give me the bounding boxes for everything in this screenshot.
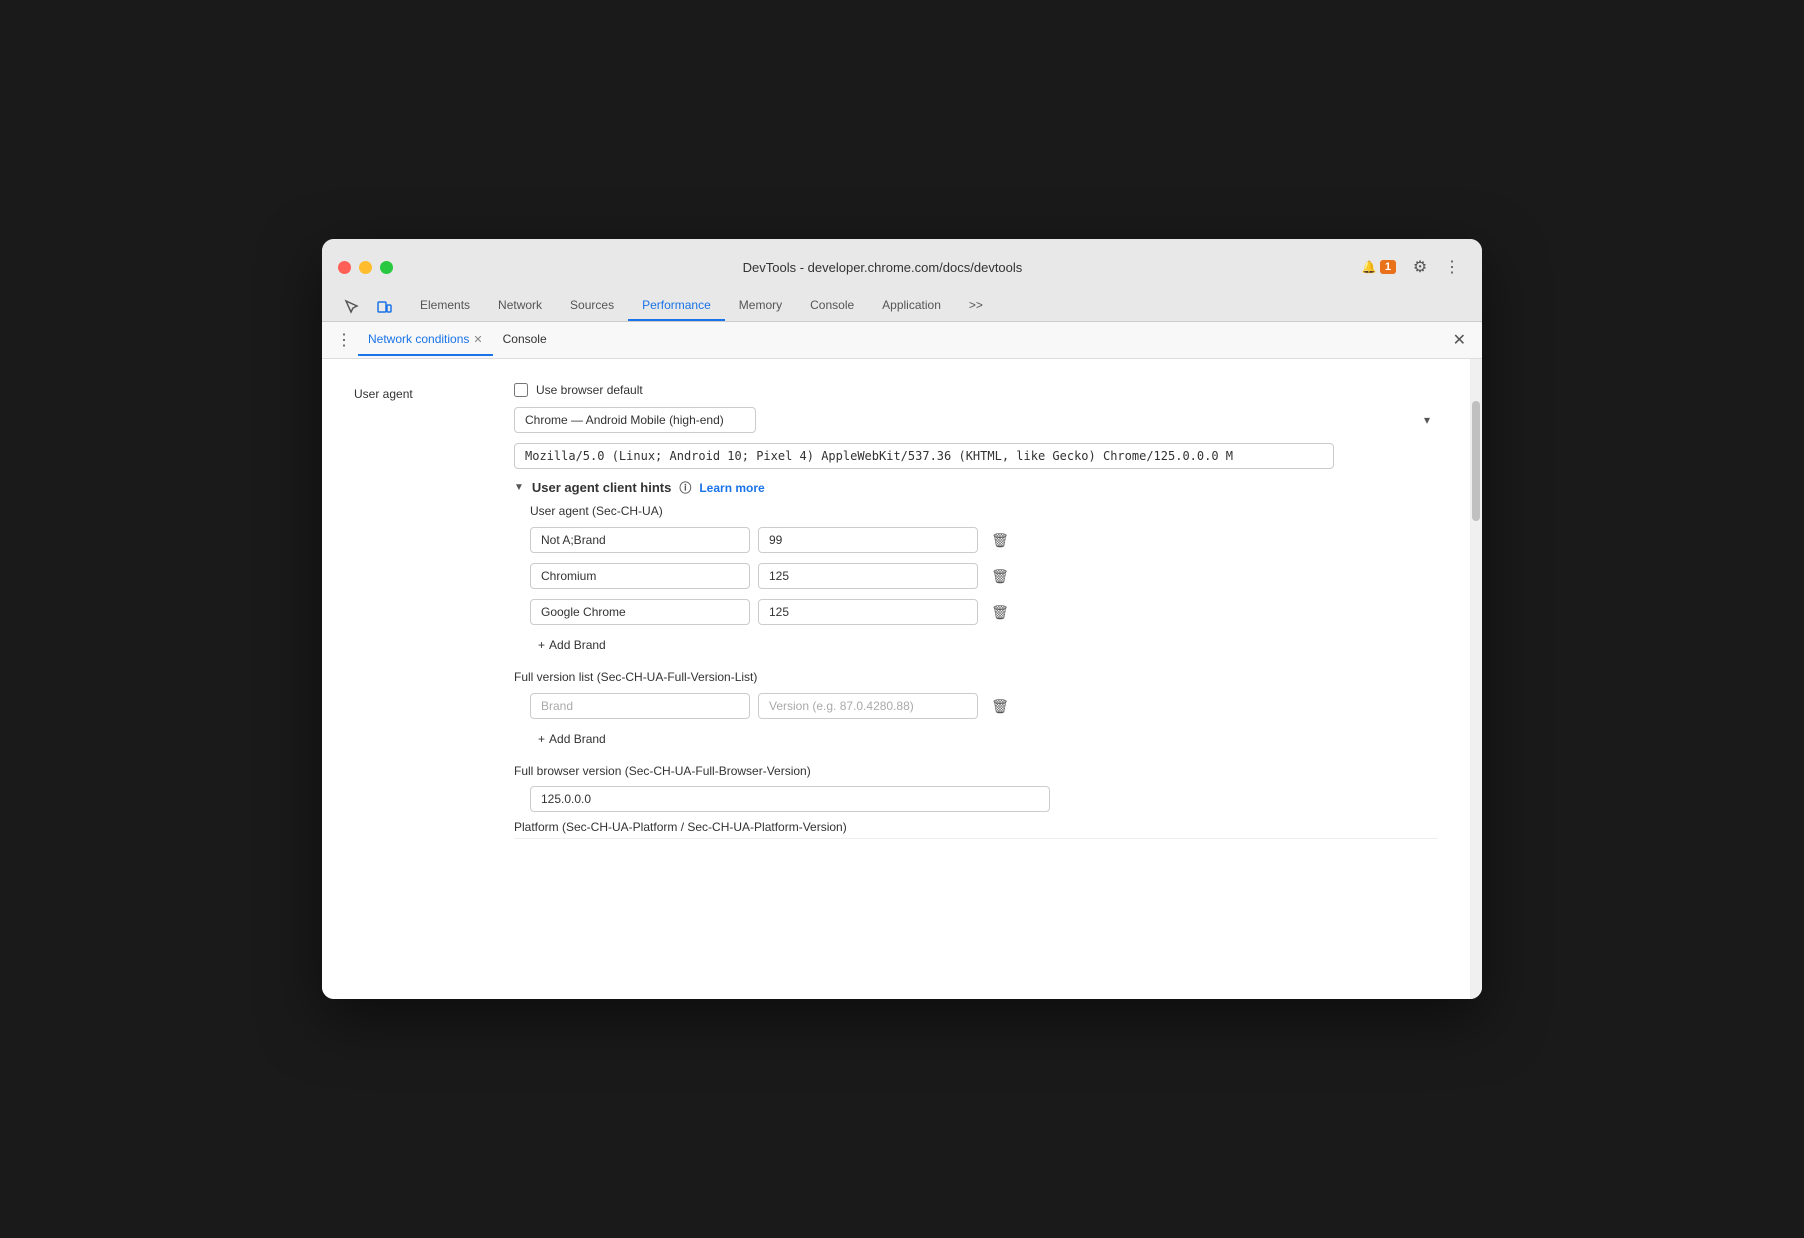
full-version-section: Full version list (Sec-CH-UA-Full-Versio…: [514, 670, 1438, 839]
user-agent-row: User agent Use browser default Chrome — …: [354, 383, 1438, 839]
use-browser-default-row: Use browser default: [514, 383, 1438, 397]
sub-tab-console[interactable]: Console: [493, 324, 557, 356]
maximize-button[interactable]: [380, 261, 393, 274]
ua-string-input[interactable]: [514, 443, 1334, 469]
brand-row-0: 🗑: [530, 526, 1438, 554]
issues-badge: 1: [1380, 260, 1396, 274]
delete-full-version-brand-button[interactable]: 🗑: [986, 692, 1014, 720]
brand-input-1[interactable]: [530, 563, 750, 589]
issues-icon: 🔔: [1362, 260, 1377, 274]
drawer-menu-button[interactable]: ⋮: [330, 322, 358, 358]
delete-brand-1-button[interactable]: 🗑: [986, 562, 1014, 590]
settings-icon: ⚙: [1413, 257, 1427, 277]
scrollbar-thumb[interactable]: [1472, 401, 1480, 521]
client-hints-title: User agent client hints: [532, 480, 671, 495]
main-content: User agent Use browser default Chrome — …: [322, 359, 1470, 999]
main-nav-tabs: Elements Network Sources Performance Mem…: [338, 291, 1466, 321]
ua-select-wrapper: Chrome — Android Mobile (high-end) ▾: [514, 407, 1438, 433]
version-input-2[interactable]: [758, 599, 978, 625]
version-input-1[interactable]: [758, 563, 978, 589]
more-options-button[interactable]: ⋮: [1438, 253, 1466, 281]
issues-button[interactable]: 🔔 1: [1356, 256, 1402, 278]
delete-brand-0-button[interactable]: 🗑: [986, 526, 1014, 554]
info-icon: ⓘ: [679, 479, 691, 496]
select-arrow-icon: ▾: [1424, 413, 1430, 427]
tab-performance[interactable]: Performance: [628, 291, 725, 321]
add-brand-plus-icon: +: [538, 638, 545, 652]
brand-input-2[interactable]: [530, 599, 750, 625]
brand-row-1: 🗑: [530, 562, 1438, 590]
devtools-window: DevTools - developer.chrome.com/docs/dev…: [322, 239, 1482, 999]
full-version-brand-input[interactable]: [530, 693, 750, 719]
delete-brand-2-button[interactable]: 🗑: [986, 598, 1014, 626]
add-brand-button-2[interactable]: + Add Brand: [530, 728, 1438, 750]
platform-label: Platform (Sec-CH-UA-Platform / Sec-CH-UA…: [514, 820, 1438, 839]
sub-tab-network-conditions[interactable]: Network conditions ✕: [358, 324, 493, 356]
client-hints-header: ▼ User agent client hints ⓘ Learn more: [514, 479, 1438, 496]
full-browser-version-label: Full browser version (Sec-CH-UA-Full-Bro…: [514, 764, 1438, 778]
add-brand-button[interactable]: + Add Brand: [530, 634, 1438, 656]
minimize-button[interactable]: [359, 261, 372, 274]
tab-console[interactable]: Console: [796, 291, 868, 321]
device-icon[interactable]: [370, 293, 398, 321]
drawer-close-button[interactable]: ✕: [1445, 324, 1474, 356]
tab-memory[interactable]: Memory: [725, 291, 796, 321]
tab-elements[interactable]: Elements: [406, 291, 484, 321]
add-brand-label: Add Brand: [549, 638, 606, 652]
close-button[interactable]: [338, 261, 351, 274]
full-version-list-label: Full version list (Sec-CH-UA-Full-Versio…: [514, 670, 1438, 684]
toolbar-right: 🔔 1 ⚙ ⋮: [1356, 253, 1466, 281]
window-title: DevTools - developer.chrome.com/docs/dev…: [409, 260, 1356, 275]
close-network-conditions-tab[interactable]: ✕: [473, 333, 482, 346]
full-version-version-input[interactable]: [758, 693, 978, 719]
sec-ch-ua-label: User agent (Sec-CH-UA): [530, 504, 1438, 518]
client-hints-section: ▼ User agent client hints ⓘ Learn more U…: [514, 479, 1438, 839]
scrollbar[interactable]: [1470, 359, 1482, 999]
cursor-icon[interactable]: [338, 293, 366, 321]
use-browser-default-label: Use browser default: [536, 383, 643, 397]
window-controls: [338, 261, 393, 274]
use-browser-default-checkbox[interactable]: [514, 383, 528, 397]
full-version-brand-row: 🗑: [530, 692, 1438, 720]
user-agent-label: User agent: [354, 383, 514, 401]
sub-tab-console-label: Console: [503, 332, 547, 346]
full-browser-version-row: [530, 786, 1438, 812]
brand-row-2: 🗑: [530, 598, 1438, 626]
version-input-0[interactable]: [758, 527, 978, 553]
tab-sources[interactable]: Sources: [556, 291, 628, 321]
learn-more-link[interactable]: Learn more: [699, 481, 764, 495]
content-area: User agent Use browser default Chrome — …: [322, 359, 1482, 999]
sub-toolbar: ⋮ Network conditions ✕ Console ✕: [322, 322, 1482, 359]
tab-network[interactable]: Network: [484, 291, 556, 321]
tab-application[interactable]: Application: [868, 291, 955, 321]
toolbar-icons: [338, 293, 398, 321]
collapse-triangle-icon[interactable]: ▼: [514, 482, 524, 493]
tab-more[interactable]: >>: [955, 291, 997, 321]
settings-button[interactable]: ⚙: [1406, 253, 1434, 281]
ua-preset-select[interactable]: Chrome — Android Mobile (high-end): [514, 407, 756, 433]
user-agent-controls: Use browser default Chrome — Android Mob…: [514, 383, 1438, 839]
add-brand-2-label: Add Brand: [549, 732, 606, 746]
more-icon: ⋮: [1444, 257, 1460, 277]
add-brand-2-plus-icon: +: [538, 732, 545, 746]
sub-tab-network-conditions-label: Network conditions: [368, 332, 469, 346]
brand-input-0[interactable]: [530, 527, 750, 553]
full-browser-version-input[interactable]: [530, 786, 1050, 812]
title-bar: DevTools - developer.chrome.com/docs/dev…: [322, 239, 1482, 322]
sub-tabs: Network conditions ✕ Console: [358, 324, 1445, 356]
